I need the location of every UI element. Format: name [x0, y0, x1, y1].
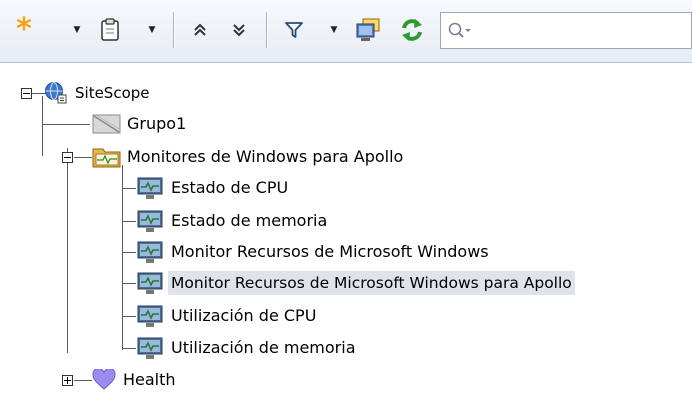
tree-node-label: Estado de CPU	[171, 178, 289, 197]
tree-node-sitescope[interactable]: SiteScope	[44, 79, 153, 107]
heart-icon	[92, 369, 116, 390]
toolbar-separator	[173, 12, 175, 48]
tree-node-windows-monitors-group[interactable]: Monitores de Windows para Apollo	[92, 143, 406, 171]
tree-node-label: SiteScope	[75, 84, 150, 102]
tree-connector	[122, 316, 136, 317]
tree-collapse-toggle[interactable]	[21, 88, 32, 99]
asterisk-icon: *	[16, 12, 32, 47]
filter-button[interactable]	[281, 15, 307, 45]
tree-connector	[74, 157, 92, 158]
tree-node-label: Monitores de Windows para Apollo	[127, 147, 404, 166]
disabled-group-icon	[92, 114, 121, 134]
toolbar: * ▼ ▼ ▼	[0, 0, 692, 63]
refresh-icon	[402, 19, 422, 41]
tree-connector	[122, 283, 136, 284]
search-input[interactable]	[475, 19, 679, 43]
tree-connector	[122, 165, 123, 350]
monitor-group-icon	[92, 148, 121, 168]
tree-node-monitor[interactable]: Monitor Recursos de Microsoft Windows	[136, 238, 492, 266]
tree-node-label: Monitor Recursos de Microsoft Windows pa…	[168, 271, 575, 295]
tree-connector	[67, 148, 68, 353]
monitor-icon	[137, 241, 163, 263]
tree-node-label: Estado de memoria	[171, 211, 328, 230]
tree-node-label: Utilización de CPU	[171, 306, 317, 325]
collapse-all-button[interactable]	[188, 15, 212, 45]
expand-all-button[interactable]	[227, 15, 251, 45]
refresh-button[interactable]	[396, 15, 428, 45]
globe-icon	[45, 82, 67, 104]
filter-dropdown[interactable]: ▼	[327, 15, 341, 45]
tree-connector	[42, 124, 90, 125]
dropdown-arrow-icon: ▼	[73, 25, 81, 35]
tree-connector	[122, 221, 136, 222]
filter-icon	[285, 22, 303, 38]
search-icon	[448, 22, 471, 38]
monitor-icon	[137, 272, 163, 294]
clipboard-dropdown[interactable]: ▼	[145, 15, 159, 45]
new-item-button[interactable]: *	[10, 15, 38, 45]
monitor-icon	[137, 177, 163, 199]
new-item-dropdown[interactable]: ▼	[70, 15, 84, 45]
dropdown-arrow-icon: ▼	[330, 25, 338, 35]
monitor-tree: SiteScope Grupo1 Monitores de Windows pa…	[0, 62, 692, 390]
tree-node-label: Monitor Recursos de Microsoft Windows	[171, 242, 489, 261]
search-box[interactable]	[440, 12, 692, 49]
tree-node-monitor[interactable]: Utilización de memoria	[136, 334, 359, 362]
tree-node-label: Health	[123, 370, 176, 389]
clipboard-button[interactable]	[97, 15, 123, 45]
monitor-icon	[137, 210, 163, 232]
tree-connector	[122, 252, 136, 253]
tree-node-grupo1[interactable]: Grupo1	[92, 110, 189, 138]
tree-expand-toggle[interactable]	[62, 375, 73, 386]
clipboard-icon	[101, 18, 119, 41]
double-chevron-up-icon	[194, 23, 206, 36]
tree-node-label: Utilización de memoria	[171, 338, 356, 357]
tree-connector	[122, 348, 136, 349]
tree-node-monitor[interactable]: Utilización de CPU	[136, 302, 319, 330]
toolbar-separator	[266, 12, 268, 48]
monitor-icon	[137, 305, 163, 327]
tree-node-monitor[interactable]: Estado de CPU	[136, 174, 291, 202]
dropdown-arrow-icon: ▼	[148, 25, 156, 35]
tree-collapse-toggle[interactable]	[62, 152, 73, 163]
tree-node-monitor[interactable]: Estado de memoria	[136, 207, 330, 235]
tree-connector	[42, 96, 43, 156]
double-chevron-down-icon	[233, 24, 245, 37]
tree-node-label: Grupo1	[127, 114, 187, 133]
monitor-view-button[interactable]	[352, 15, 384, 45]
tree-connector	[74, 380, 92, 381]
tree-connector	[122, 188, 136, 189]
monitor-icon	[137, 337, 163, 359]
tree-node-monitor-selected[interactable]: Monitor Recursos de Microsoft Windows pa…	[136, 269, 575, 297]
monitor-view-icon	[356, 18, 380, 41]
